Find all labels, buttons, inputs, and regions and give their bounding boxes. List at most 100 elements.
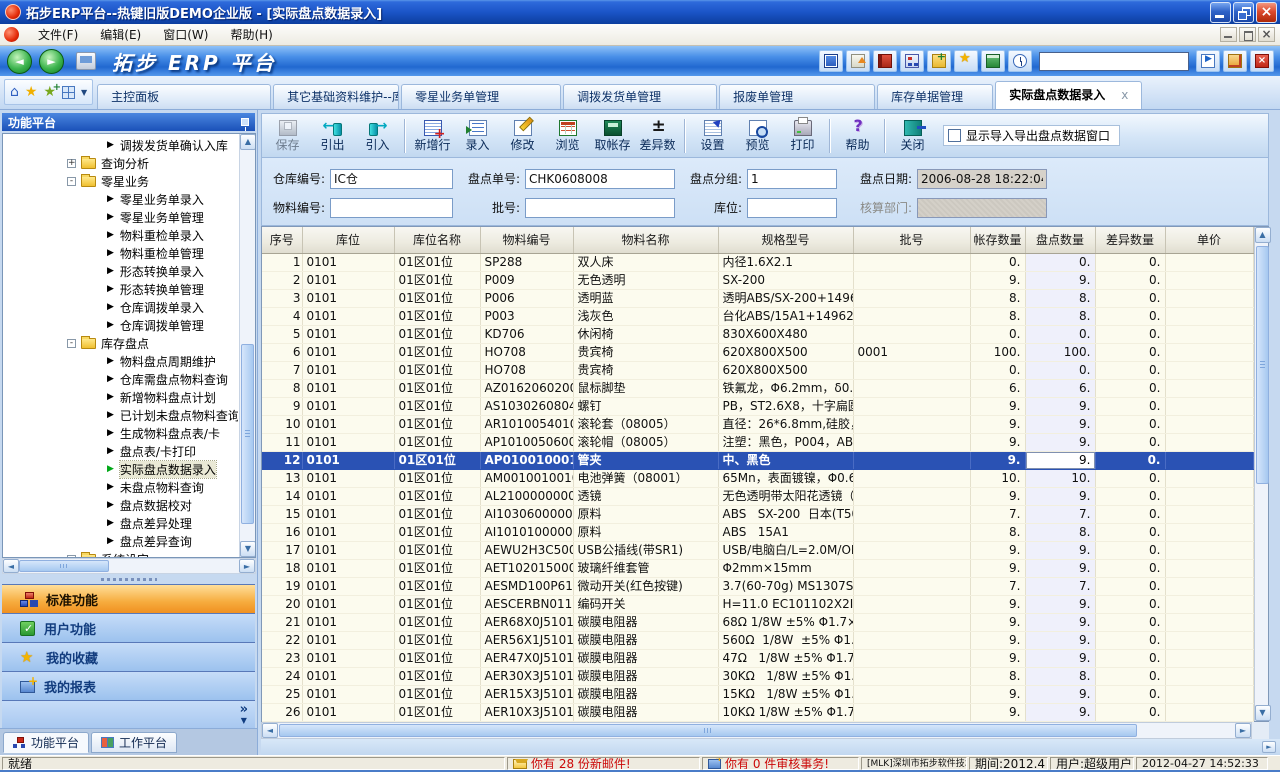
status-mail[interactable]: 你有 28 份新邮件!: [507, 757, 700, 770]
tree-item[interactable]: ▶ 盘点表/卡打印: [3, 442, 238, 460]
cell-location[interactable]: 0101: [302, 361, 394, 379]
cell-diff-qty[interactable]: 0.: [1095, 397, 1165, 415]
toolbar-button[interactable]: 取帐存: [590, 115, 635, 156]
cell-seq[interactable]: 8: [262, 379, 302, 397]
cell-spec-model[interactable]: 620X800X500: [718, 343, 853, 361]
cell-book-qty[interactable]: 8.: [970, 667, 1025, 685]
cell-spec-model[interactable]: 10KΩ 1/8W ±5% Φ1.7×3.: [718, 703, 853, 721]
tree-item[interactable]: ▶ 形态转换单管理: [3, 280, 238, 298]
exit-icon[interactable]: ×: [1250, 50, 1274, 72]
close-icon[interactable]: ×: [1256, 2, 1277, 23]
toolbar-button[interactable]: [684, 119, 686, 153]
cell-count-qty[interactable]: 9.: [1025, 487, 1095, 505]
cell-batch-no[interactable]: [853, 379, 970, 397]
cell-book-qty[interactable]: 9.: [970, 541, 1025, 559]
sidebar-panel-button[interactable]: 我的报表: [2, 671, 255, 700]
sidebar-bottom-tab[interactable]: 工作平台: [91, 732, 177, 753]
sidebar-bottom-tab[interactable]: 功能平台: [3, 732, 89, 753]
cell-location[interactable]: 0101: [302, 559, 394, 577]
cell-location[interactable]: 0101: [302, 271, 394, 289]
cell-material-name[interactable]: 无色透明: [573, 271, 718, 289]
cell-unit-price[interactable]: [1165, 289, 1253, 307]
tree-item[interactable]: + 查询分析: [3, 154, 238, 172]
tree-item[interactable]: ▶ 物料重检单录入: [3, 226, 238, 244]
cell-unit-price[interactable]: [1165, 397, 1253, 415]
cell-batch-no[interactable]: [853, 685, 970, 703]
cell-seq[interactable]: 14: [262, 487, 302, 505]
table-row[interactable]: 12 0101 01区01位 AP0100100010E 管夹 中、黑色 9. …: [262, 451, 1253, 469]
cell-material-name[interactable]: 碳膜电阻器: [573, 613, 718, 631]
material-code-field[interactable]: [330, 198, 453, 218]
cell-seq[interactable]: 9: [262, 397, 302, 415]
cell-count-qty[interactable]: 10.: [1025, 469, 1095, 487]
cell-book-qty[interactable]: 8.: [970, 307, 1025, 325]
menu-item[interactable]: 帮助(H): [219, 24, 283, 45]
cell-count-qty[interactable]: 9.: [1025, 541, 1095, 559]
cell-material-name[interactable]: 玻璃纤维套管: [573, 559, 718, 577]
cell-unit-price[interactable]: [1165, 343, 1253, 361]
cell-material-name[interactable]: 碳膜电阻器: [573, 649, 718, 667]
cell-location-name[interactable]: 01区01位: [394, 289, 480, 307]
cell-diff-qty[interactable]: 0.: [1095, 433, 1165, 451]
cell-location-name[interactable]: 01区01位: [394, 469, 480, 487]
cell-count-qty[interactable]: 100.: [1025, 343, 1095, 361]
cell-location-name[interactable]: 01区01位: [394, 649, 480, 667]
clock-icon[interactable]: [1008, 50, 1032, 72]
cell-seq[interactable]: 17: [262, 541, 302, 559]
tree-item[interactable]: ▶ 盘点差异处理: [3, 514, 238, 532]
cell-batch-no[interactable]: [853, 397, 970, 415]
cell-count-qty[interactable]: 7.: [1025, 577, 1095, 595]
cell-diff-qty[interactable]: 0.: [1095, 505, 1165, 523]
tree-item[interactable]: ▶ 形态转换单录入: [3, 262, 238, 280]
show-import-export-checkbox[interactable]: [948, 129, 961, 142]
col-location-name[interactable]: 库位名称: [394, 227, 480, 253]
cell-spec-model[interactable]: 直径：26*6.8mm,硅胶，无色: [718, 415, 853, 433]
cell-location-name[interactable]: 01区01位: [394, 487, 480, 505]
cell-count-qty[interactable]: 8.: [1025, 307, 1095, 325]
menu-item[interactable]: 文件(F): [27, 24, 89, 45]
cell-diff-qty[interactable]: 0.: [1095, 343, 1165, 361]
tree-expand-toggle[interactable]: +: [67, 159, 76, 168]
cell-spec-model[interactable]: 无色透明带太阳花透镜（HDN: [718, 487, 853, 505]
window-layout-grid-icon[interactable]: [62, 86, 75, 99]
cell-location[interactable]: 0101: [302, 667, 394, 685]
cell-seq[interactable]: 19: [262, 577, 302, 595]
cell-material-code[interactable]: HO708: [480, 361, 573, 379]
cell-count-qty[interactable]: 9.: [1025, 613, 1095, 631]
cell-material-code[interactable]: AR1010054010100: [480, 415, 573, 433]
table-row[interactable]: 19 0101 01区01位 AESMD100P616300 微动开关(红色按键…: [262, 577, 1253, 595]
cell-location[interactable]: 0101: [302, 703, 394, 721]
cell-seq[interactable]: 24: [262, 667, 302, 685]
cell-book-qty[interactable]: 7.: [970, 577, 1025, 595]
cell-location-name[interactable]: 01区01位: [394, 433, 480, 451]
cell-location[interactable]: 0101: [302, 253, 394, 271]
cell-material-code[interactable]: AI1010100000000: [480, 523, 573, 541]
cell-location[interactable]: 0101: [302, 523, 394, 541]
toolbar-button[interactable]: [884, 119, 886, 153]
sidebar-splitter-handle[interactable]: [2, 576, 255, 583]
cell-unit-price[interactable]: [1165, 469, 1253, 487]
home-page-icon[interactable]: [1223, 50, 1247, 72]
col-material-code[interactable]: 物料编号: [480, 227, 573, 253]
add-folder-icon[interactable]: [927, 50, 951, 72]
cell-book-qty[interactable]: 9.: [970, 415, 1025, 433]
cell-seq[interactable]: 3: [262, 289, 302, 307]
tab-close-icon[interactable]: x: [1121, 88, 1128, 102]
cell-diff-qty[interactable]: 0.: [1095, 379, 1165, 397]
cell-book-qty[interactable]: 10.: [970, 469, 1025, 487]
toolbar-button[interactable]: 浏览: [545, 115, 590, 156]
toolbar-button[interactable]: 设置: [690, 115, 735, 156]
cell-location[interactable]: 0101: [302, 595, 394, 613]
cell-diff-qty[interactable]: 0.: [1095, 595, 1165, 613]
cell-spec-model[interactable]: 15KΩ 1/8W ±5% Φ1.7×: [718, 685, 853, 703]
cell-unit-price[interactable]: [1165, 631, 1253, 649]
cell-spec-model[interactable]: 透明ABS/SX-200+14963色粉: [718, 289, 853, 307]
cell-batch-no[interactable]: 0001: [853, 343, 970, 361]
toolbar-button[interactable]: [829, 119, 831, 153]
table-row[interactable]: 4 0101 01区01位 P003 浅灰色 台化ABS/15A1+14962色…: [262, 307, 1253, 325]
cell-batch-no[interactable]: [853, 649, 970, 667]
document-tab[interactable]: 库存单据管理: [877, 84, 993, 109]
tree-item[interactable]: ▶ 仓库调拨单管理: [3, 316, 238, 334]
cell-count-qty[interactable]: 8.: [1025, 289, 1095, 307]
tree-scrollbar-thumb[interactable]: [241, 344, 254, 524]
